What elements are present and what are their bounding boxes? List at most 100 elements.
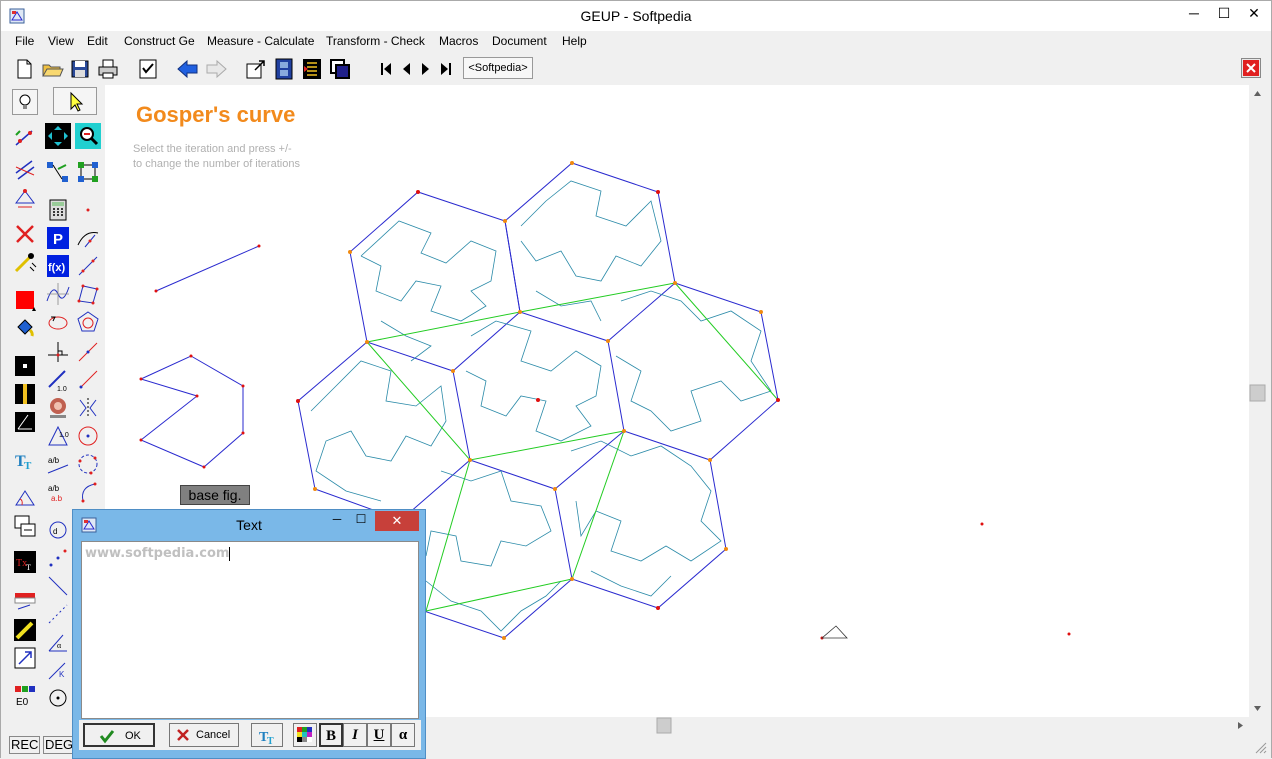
circle-tool-icon[interactable] bbox=[75, 423, 101, 449]
line-style-icon[interactable] bbox=[12, 381, 38, 407]
last-page-icon[interactable] bbox=[433, 56, 453, 82]
trace-icon[interactable] bbox=[45, 395, 71, 421]
bold-button[interactable]: B bbox=[319, 723, 343, 747]
forward-arrow-icon[interactable] bbox=[203, 56, 229, 82]
minimize-button[interactable]: ─ bbox=[1179, 1, 1209, 25]
graph-curve-icon[interactable] bbox=[45, 281, 71, 307]
color-red-icon[interactable] bbox=[12, 287, 38, 313]
vertical-scrollbar[interactable] bbox=[1249, 85, 1266, 717]
function-icon[interactable]: f(x) bbox=[45, 253, 71, 279]
delete-icon[interactable] bbox=[12, 221, 38, 247]
text-dialog-titlebar[interactable]: Text ─ ☐ ✕ bbox=[73, 510, 425, 540]
underline-button[interactable]: U bbox=[367, 723, 391, 747]
menu-construct[interactable]: Construct Ge bbox=[124, 34, 195, 48]
parallel-lines-icon[interactable] bbox=[12, 157, 38, 183]
back-arrow-icon[interactable] bbox=[175, 56, 201, 82]
previous-page-icon[interactable] bbox=[393, 56, 413, 82]
k-point-icon[interactable]: K bbox=[45, 657, 71, 683]
angle-measure-icon[interactable]: α bbox=[45, 629, 71, 655]
menu-macros[interactable]: Macros bbox=[439, 34, 478, 48]
menu-edit[interactable]: Edit bbox=[87, 34, 108, 48]
menu-measure[interactable]: Measure - Calculate bbox=[207, 34, 314, 48]
point-line-tool-icon[interactable] bbox=[12, 125, 38, 151]
symbol-button[interactable]: α bbox=[391, 723, 415, 747]
perpendicular-icon[interactable] bbox=[45, 339, 71, 365]
triangle-angle-icon[interactable] bbox=[12, 485, 38, 511]
close-document-icon[interactable] bbox=[1241, 58, 1261, 78]
text-style-button[interactable]: TT bbox=[251, 723, 283, 747]
next-page-icon[interactable] bbox=[413, 56, 433, 82]
point-tool-icon[interactable] bbox=[75, 197, 101, 223]
triangle-locus-icon[interactable] bbox=[12, 185, 38, 211]
ratio-icon[interactable]: a/b bbox=[45, 451, 71, 477]
incircle-icon[interactable] bbox=[75, 309, 101, 335]
calculator-icon[interactable] bbox=[45, 197, 71, 223]
first-page-icon[interactable] bbox=[373, 56, 393, 82]
print-icon[interactable] bbox=[95, 56, 121, 82]
circle-three-points-icon[interactable] bbox=[75, 451, 101, 477]
open-folder-icon[interactable] bbox=[39, 56, 65, 82]
parameter-icon[interactable]: P bbox=[45, 225, 71, 251]
point-style-icon[interactable] bbox=[12, 353, 38, 379]
horizontal-scrollbar[interactable] bbox=[425, 717, 1249, 734]
dialog-close-button[interactable]: ✕ bbox=[375, 511, 419, 531]
hint-lightbulb-icon[interactable] bbox=[12, 89, 38, 115]
transform-graph-icon[interactable] bbox=[45, 159, 71, 185]
menu-view[interactable]: View bbox=[48, 34, 74, 48]
cancel-button[interactable]: Cancel bbox=[169, 723, 239, 747]
text-tool-icon[interactable]: TT bbox=[12, 447, 38, 473]
dots-line-icon[interactable] bbox=[45, 545, 71, 571]
close-button[interactable]: ✕ bbox=[1239, 1, 1269, 25]
table-icon[interactable] bbox=[12, 589, 38, 615]
measure-length-icon[interactable]: 1.0 bbox=[45, 367, 71, 393]
arc-tool-icon[interactable] bbox=[75, 225, 101, 251]
network-icon[interactable] bbox=[75, 159, 101, 185]
angle-icon[interactable] bbox=[12, 409, 38, 435]
text-input-area[interactable]: www.softpedia.com bbox=[81, 541, 419, 719]
resize-icon[interactable] bbox=[12, 645, 38, 671]
symmetry-icon[interactable] bbox=[75, 395, 101, 421]
menu-transform[interactable]: Transform - Check bbox=[326, 34, 425, 48]
status-rec[interactable]: REC bbox=[9, 736, 41, 754]
measure-angle-icon[interactable]: 1.0 bbox=[45, 423, 71, 449]
polygon-tool-icon[interactable] bbox=[75, 281, 101, 307]
new-file-icon[interactable] bbox=[11, 56, 37, 82]
text-label-icon[interactable]: Tx T bbox=[12, 549, 38, 575]
center-point-icon[interactable] bbox=[45, 685, 71, 711]
line-through-point-icon[interactable] bbox=[75, 339, 101, 365]
fill-bucket-icon[interactable] bbox=[12, 315, 38, 341]
save-icon[interactable] bbox=[67, 56, 93, 82]
italic-button[interactable]: I bbox=[343, 723, 367, 747]
rotation-icon[interactable] bbox=[45, 309, 71, 335]
ok-button[interactable]: OK bbox=[83, 723, 155, 747]
color-picker-button[interactable] bbox=[293, 723, 317, 747]
menu-file[interactable]: File bbox=[15, 34, 34, 48]
ray-tool-icon[interactable] bbox=[75, 367, 101, 393]
menu-document[interactable]: Document bbox=[492, 34, 547, 48]
highlight-icon[interactable] bbox=[12, 617, 38, 643]
dialog-minimize-button[interactable]: ─ bbox=[325, 512, 349, 526]
macro-icon[interactable] bbox=[12, 513, 38, 539]
base-fig-label[interactable]: base fig. bbox=[180, 485, 250, 505]
check-list-icon[interactable] bbox=[135, 56, 161, 82]
segment-tool-icon[interactable] bbox=[75, 253, 101, 279]
menu-help[interactable]: Help bbox=[562, 34, 587, 48]
steps-icon[interactable] bbox=[299, 56, 325, 82]
diagonal-line-icon[interactable] bbox=[45, 573, 71, 599]
resize-grip-icon[interactable] bbox=[1253, 740, 1267, 754]
export-icon[interactable] bbox=[243, 56, 269, 82]
color-palette-icon[interactable]: E0 bbox=[12, 683, 38, 709]
arc-three-points-icon[interactable] bbox=[75, 479, 101, 505]
zoom-fit-icon[interactable] bbox=[45, 123, 71, 149]
windows-icon[interactable] bbox=[327, 56, 353, 82]
film-icon[interactable] bbox=[271, 56, 297, 82]
animation-icon[interactable] bbox=[12, 249, 38, 275]
status-deg[interactable]: DEG bbox=[43, 736, 76, 754]
zoom-icon[interactable] bbox=[75, 123, 101, 149]
maximize-button[interactable]: ☐ bbox=[1209, 1, 1239, 25]
document-tab[interactable]: <Softpedia> bbox=[463, 57, 533, 79]
measure-ratio-icon[interactable]: a/b a.b bbox=[45, 479, 71, 505]
measure-circle-icon[interactable]: d bbox=[45, 517, 71, 543]
dotted-line-icon[interactable] bbox=[45, 601, 71, 627]
dialog-maximize-button[interactable]: ☐ bbox=[349, 512, 373, 526]
